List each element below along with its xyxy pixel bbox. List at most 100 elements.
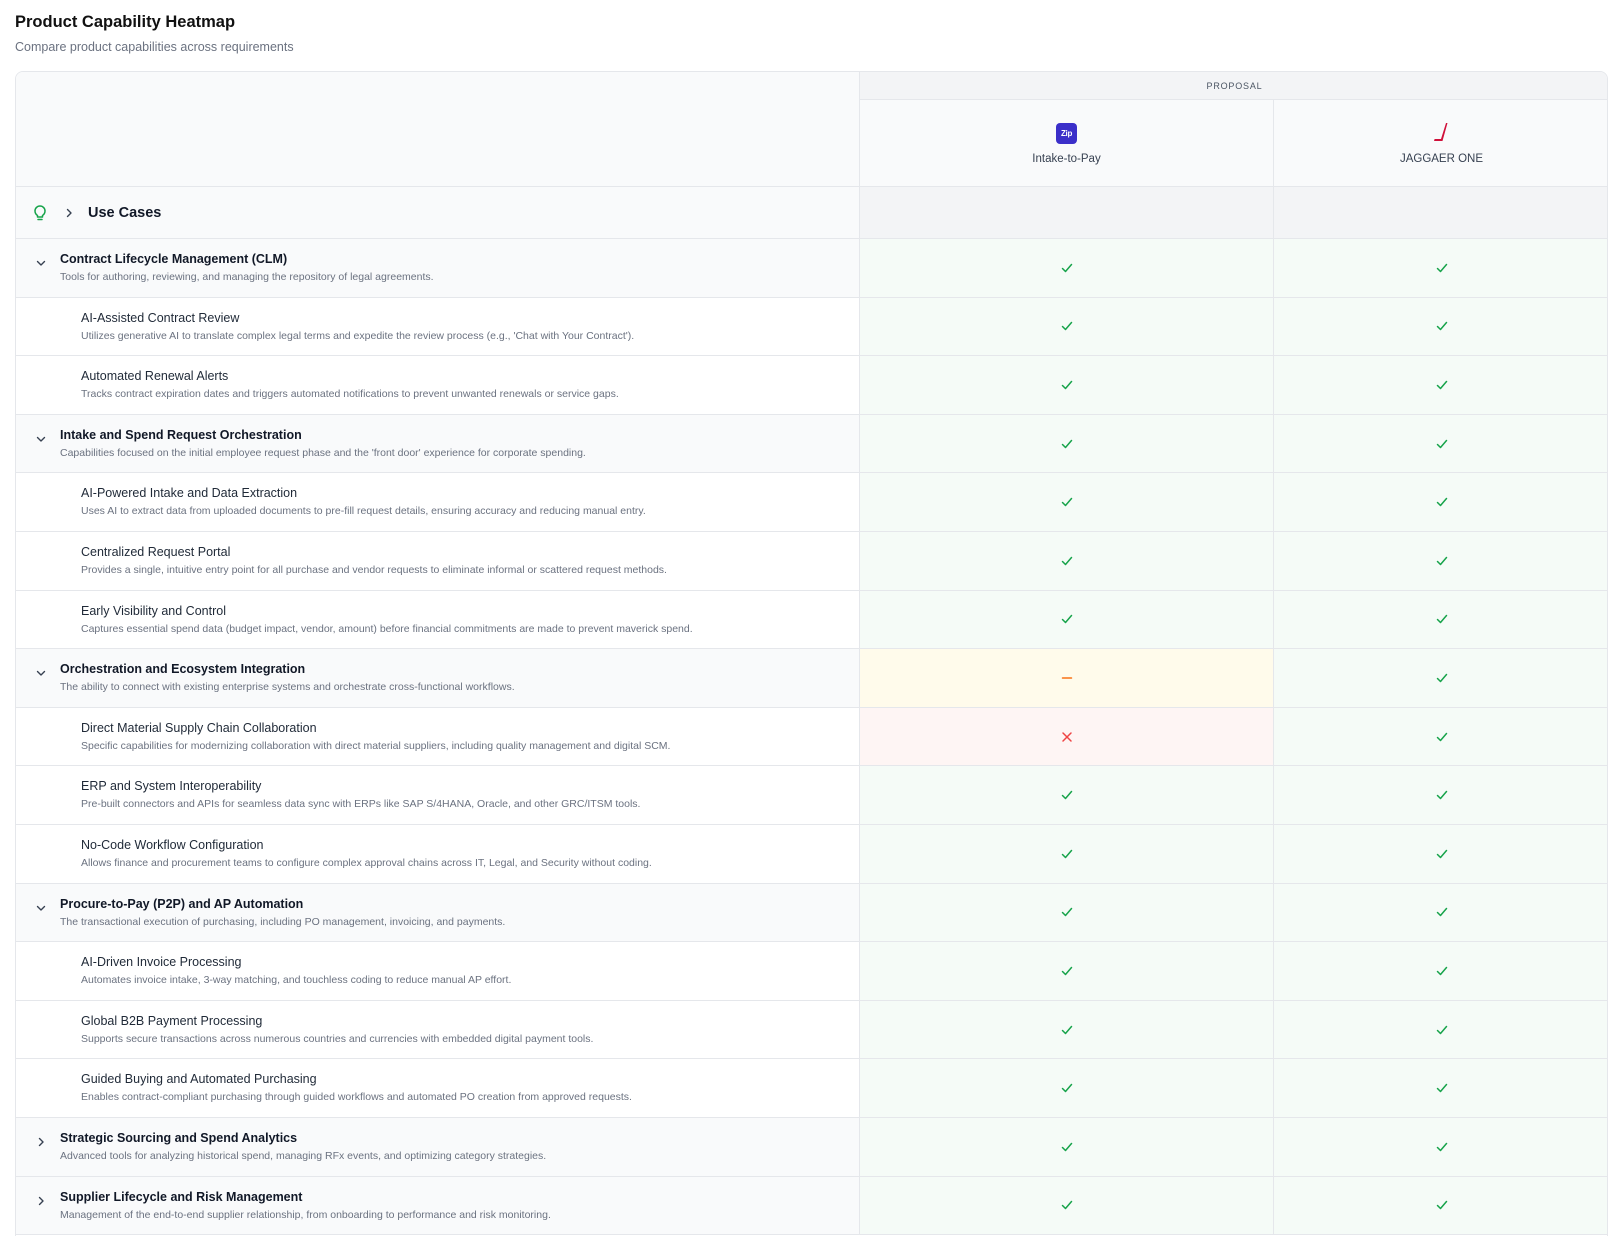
row-text: Early Visibility and Control Captures ess… [81,603,693,636]
check-icon [1060,1140,1074,1154]
status-cell [1274,297,1607,356]
check-icon [1435,261,1449,275]
status-cell [860,531,1274,590]
category-row[interactable]: Procure-to-Pay (P2P) and AP Automation Th… [16,883,1607,943]
row-label-cell: Centralized Request Portal Provides a sin… [16,531,860,590]
row-label-cell: No-Code Workflow Configuration Allows fin… [16,824,860,883]
status-cell [860,1000,1274,1059]
row-label-cell: Direct Material Supply Chain Collaborati… [16,707,860,766]
check-icon [1435,788,1449,802]
capability-name: AI-Powered Intake and Data Extraction [81,486,298,501]
jaggaer-logo-svg [1433,123,1447,141]
capability-name: Direct Material Supply Chain Collaborati… [81,720,317,735]
column-group-label: PROPOSAL [860,72,1607,100]
row-text: Orchestration and Ecosystem Integration T… [60,661,515,694]
check-icon [1060,788,1074,802]
row-text: Global B2B Payment Processing Supports se… [81,1013,593,1046]
check-icon [1435,495,1449,509]
category-row[interactable]: Supplier Lifecycle and Risk Management Ma… [16,1176,1607,1236]
status-cell [860,297,1274,356]
capability-row: ERP and System Interoperability Pre-built… [16,766,1607,825]
row-label-cell: Procure-to-Pay (P2P) and AP Automation Th… [16,883,860,942]
chevron-down-icon[interactable] [34,901,48,915]
capability-row: Early Visibility and Control Captures ess… [16,590,1607,650]
status-cell [860,239,1274,297]
dash-icon [1060,671,1074,685]
status-cell [1274,356,1607,414]
check-icon [1435,612,1449,626]
check-icon [1435,847,1449,861]
check-icon [1435,1198,1449,1212]
row-text: No-Code Workflow Configuration Allows fin… [81,837,652,870]
check-icon [1060,319,1074,333]
row-label-cell: AI-Driven Invoice Processing Automates in… [16,942,860,1000]
capability-description: Supports secure transactions across nume… [81,1032,594,1045]
chevron-down-icon[interactable] [34,432,48,446]
chevron-down-icon[interactable] [34,666,48,680]
status-cell [860,1117,1274,1176]
category-row[interactable]: Orchestration and Ecosystem Integration T… [16,649,1607,708]
row-label-cell: AI-Assisted Contract Review Utilizes gene… [16,297,860,356]
row-label-cell: Strategic Sourcing and Spend Analytics Ad… [16,1117,860,1176]
status-cell [860,707,1274,766]
capability-description: Allows finance and procurement teams to … [81,856,652,869]
check-icon [1435,1023,1449,1037]
status-cell [1274,942,1607,1000]
check-icon [1060,1198,1074,1212]
category-description: Capabilities focused on the initial empl… [60,446,586,459]
use-cases-section-header[interactable]: Use Cases [16,187,1607,239]
status-cell [860,414,1274,473]
capability-description: Utilizes generative AI to translate comp… [81,329,635,342]
status-cell [860,649,1274,707]
category-name: Intake and Spend Request Orchestration [60,427,302,442]
status-cell [1274,824,1607,883]
check-icon [1060,905,1074,919]
use-cases-label-cell: Use Cases [16,187,860,238]
page-header: Product Capability Heatmap Compare produ… [15,12,294,55]
product-column-header[interactable]: JAGGAER ONE [1274,100,1607,186]
check-icon [1435,730,1449,744]
product-name: Intake-to-Pay [1032,153,1101,165]
status-cell [860,473,1274,531]
capability-name: Automated Renewal Alerts [81,369,229,384]
category-row[interactable]: Strategic Sourcing and Spend Analytics Ad… [16,1117,1607,1177]
row-label-cell: Orchestration and Ecosystem Integration T… [16,649,860,707]
check-icon [1060,1023,1074,1037]
row-text: Guided Buying and Automated Purchasing En… [81,1071,632,1104]
category-row[interactable]: Contract Lifecycle Management (CLM) Tools… [16,239,1607,298]
status-cell [1274,590,1607,649]
row-label-cell: Automated Renewal Alerts Tracks contract … [16,356,860,414]
row-text: ERP and System Interoperability Pre-built… [81,778,640,811]
status-cell [860,1059,1274,1117]
row-text: Centralized Request Portal Provides a sin… [81,544,667,577]
check-icon [1435,905,1449,919]
row-label-cell: Early Visibility and Control Captures ess… [16,590,860,649]
status-cell [1274,473,1607,531]
check-icon [1435,437,1449,451]
category-row[interactable]: Intake and Spend Request Orchestration Ca… [16,414,1607,474]
check-icon [1060,964,1074,978]
chevron-down-icon[interactable] [34,256,48,270]
status-cell [860,824,1274,883]
row-label-cell: Guided Buying and Automated Purchasing En… [16,1059,860,1117]
status-cell [1274,1000,1607,1059]
row-label-cell: AI-Powered Intake and Data Extraction Use… [16,473,860,531]
row-label-cell: Supplier Lifecycle and Risk Management Ma… [16,1176,860,1235]
check-icon [1435,319,1449,333]
capability-description: Automates invoice intake, 3-way matching… [81,974,512,987]
jaggaer-slash-logo-icon [1432,121,1452,145]
capability-row: Global B2B Payment Processing Supports se… [16,1000,1607,1060]
product-column-header[interactable]: Zip Intake-to-Pay [860,100,1274,186]
check-icon [1060,378,1074,392]
use-cases-cell [1274,187,1607,238]
chevron-right-icon[interactable] [34,1194,48,1208]
capability-row: Direct Material Supply Chain Collaborati… [16,707,1607,767]
row-text: Supplier Lifecycle and Risk Management Ma… [60,1189,551,1222]
check-icon [1060,495,1074,509]
use-cases-title: Use Cases [88,204,162,221]
status-cell [1274,883,1607,942]
capability-description: Pre-built connectors and APIs for seamle… [81,798,641,811]
product-name: JAGGAER ONE [1399,153,1484,165]
chevron-right-icon[interactable] [34,1135,48,1149]
chevron-right-icon[interactable] [62,206,76,220]
